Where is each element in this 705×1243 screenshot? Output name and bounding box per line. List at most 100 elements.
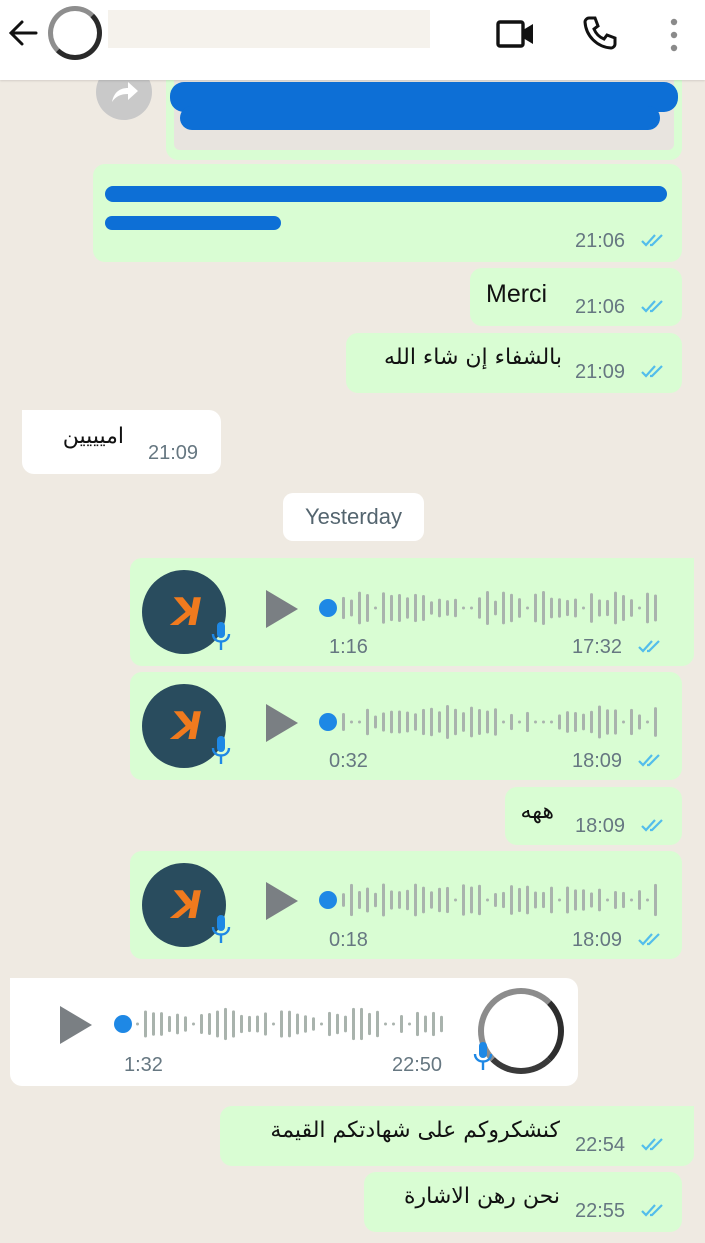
waveform-bar [566,711,569,733]
back-arrow-icon[interactable] [6,16,40,50]
message-time: 18:09 [575,815,626,837]
read-ticks-icon [638,933,660,946]
waveform-bar [590,593,593,623]
waveform-bar [358,720,361,724]
waveform-bar [160,1012,163,1036]
waveform-bar [446,705,449,739]
message-text: بالشفاء إن شاء الله [384,345,562,370]
waveform-bar [470,606,473,610]
waveform-bar [454,598,457,618]
message-bubble-outgoing[interactable]: Merci 21:06 [470,268,682,326]
playback-position-dot[interactable] [319,891,337,909]
more-vert-icon[interactable] [668,18,680,52]
waveform-bar [382,712,385,732]
waveform-bar [494,600,497,616]
waveform-bar [502,891,505,909]
playback-position-dot[interactable] [319,599,337,617]
waveform-bar [526,711,529,733]
waveform-bar [430,891,433,909]
waveform-bar [582,889,585,911]
waveform[interactable] [340,703,660,741]
mic-icon [211,915,231,943]
waveform-bar [320,1022,323,1026]
waveform-bar [248,1015,251,1033]
waveform-bar [342,713,345,731]
waveform-bar [534,720,537,724]
voice-message-outgoing[interactable]: ꓘ 1:16 17:32 [130,558,694,666]
waveform-bar [408,1022,411,1026]
waveform-bar [502,720,505,724]
waveform-bar [208,1013,211,1035]
waveform-bar [574,598,577,618]
waveform-bar [614,891,617,909]
waveform-bar [312,1017,315,1031]
voice-duration: 1:32 [124,1054,163,1076]
play-button[interactable] [266,882,298,920]
waveform-bar [350,599,353,617]
message-time: 21:06 [575,296,626,318]
waveform-bar [374,606,377,610]
message-time: 22:55 [575,1200,626,1222]
waveform-bar [518,887,521,913]
waveform-bar [486,591,489,625]
play-button[interactable] [266,704,298,742]
waveform-bar [550,886,553,914]
redaction-mark [105,216,281,230]
message-text: Merci [486,280,548,308]
waveform-bar [606,599,609,617]
contact-avatar[interactable] [48,6,102,60]
waveform-bar [518,598,521,618]
message-bubble-incoming[interactable]: اميييين 21:09 [22,410,221,474]
waveform-bar [598,705,601,739]
waveform-bar [614,591,617,625]
waveform[interactable] [340,589,660,627]
waveform-bar [384,1022,387,1026]
waveform[interactable] [340,881,660,919]
waveform-bar [446,600,449,616]
waveform-bar [390,890,393,910]
message-time: 22:54 [575,1134,626,1156]
waveform-bar [224,1007,227,1041]
message-bubble-outgoing[interactable]: نحن رهن الاشارة 22:55 [364,1172,682,1232]
waveform-bar [534,891,537,909]
waveform[interactable] [134,1005,444,1043]
message-bubble-outgoing[interactable]: 21:06 [93,164,682,262]
waveform-bar [374,715,377,729]
voice-message-incoming[interactable]: 1:32 22:50 [10,978,578,1086]
waveform-bar [630,599,633,617]
voice-duration: 0:32 [329,750,368,772]
forward-icon [112,82,138,102]
read-ticks-icon [641,300,663,313]
phone-call-icon[interactable] [582,15,618,51]
waveform-bar [240,1014,243,1034]
waveform-bar [406,711,409,733]
message-text: كنشكروكم على شهادتكم القيمة [270,1118,560,1143]
message-bubble-outgoing[interactable]: ههه 18:09 [505,787,682,845]
play-button[interactable] [60,1006,92,1044]
contact-name-redacted[interactable] [108,10,430,48]
voice-message-outgoing[interactable]: ꓘ 0:18 18:09 [130,851,682,959]
chat-header [0,0,705,80]
play-button[interactable] [266,590,298,628]
waveform-bar [376,1010,379,1038]
voice-message-outgoing[interactable]: ꓘ 0:32 18:09 [130,672,682,780]
waveform-bar [392,1022,395,1026]
waveform-bar [582,606,585,610]
read-ticks-icon [641,234,663,247]
message-bubble-outgoing[interactable]: بالشفاء إن شاء الله 21:09 [346,333,682,393]
waveform-bar [470,886,473,914]
playback-position-dot[interactable] [114,1015,132,1033]
read-ticks-icon [641,1138,663,1151]
read-ticks-icon [641,819,663,832]
waveform-bar [534,593,537,623]
waveform-bar [184,1016,187,1032]
waveform-bar [590,892,593,908]
waveform-bar [438,711,441,733]
image-message[interactable] [166,74,682,160]
message-bubble-outgoing[interactable]: كنشكروكم على شهادتكم القيمة 22:54 [220,1106,694,1166]
playback-position-dot[interactable] [319,713,337,731]
waveform-bar [432,1011,435,1037]
video-call-icon[interactable] [496,17,536,51]
message-text: نحن رهن الاشارة [404,1184,560,1209]
waveform-bar [414,593,417,623]
